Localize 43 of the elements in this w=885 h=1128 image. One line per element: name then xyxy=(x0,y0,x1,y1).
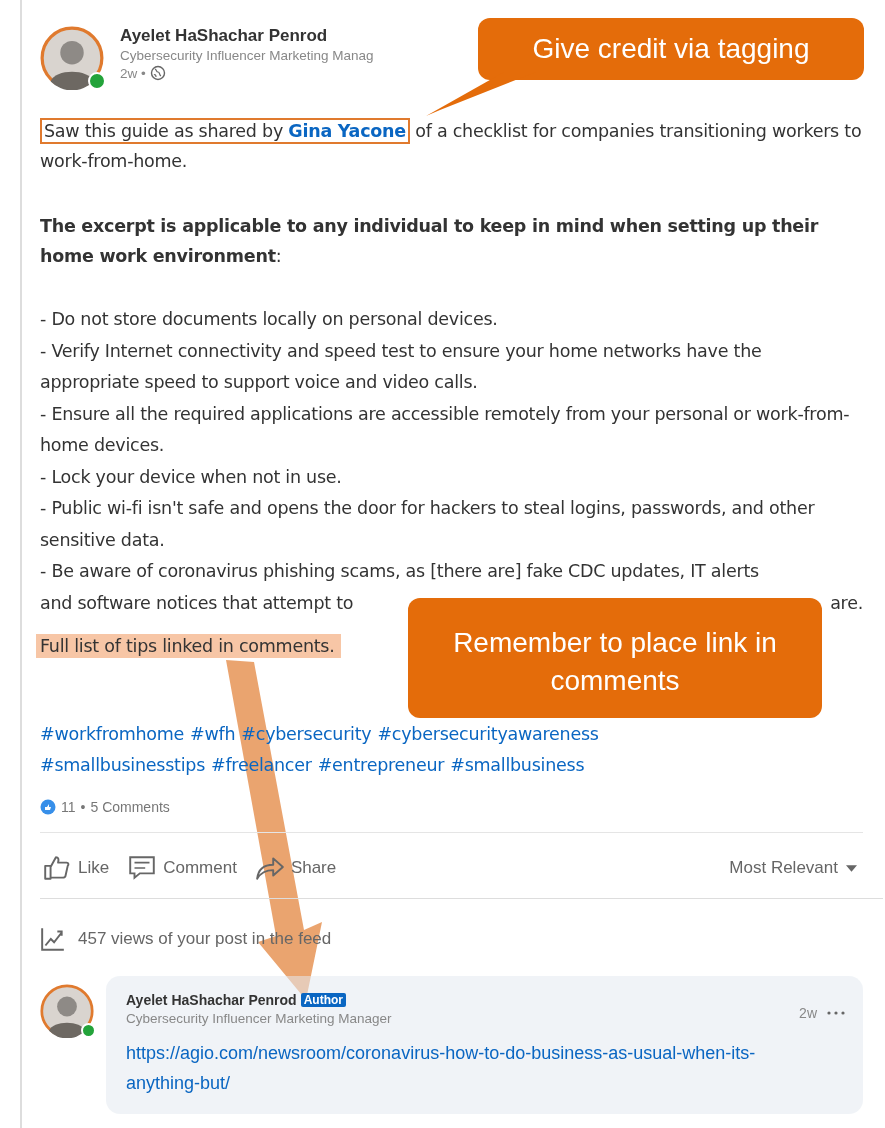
avatar-icon xyxy=(40,984,94,1038)
callout-box: Remember to place link in comments xyxy=(408,598,822,718)
hashtag-link[interactable]: #entrepreneur xyxy=(317,750,445,781)
hashtag-link[interactable]: #cybersecurityawareness xyxy=(377,719,599,750)
comment-button[interactable]: Comment xyxy=(125,849,239,887)
bullet-text: - Be aware of coronavirus phishing scams, as [there are] fake CDC updates, IT alerts xyxy=(40,560,760,583)
like-button[interactable]: Like xyxy=(40,849,112,887)
like-reaction-icon xyxy=(40,799,56,815)
sort-dropdown[interactable]: Most Relevant xyxy=(723,857,863,879)
caret-icon xyxy=(846,864,857,872)
tag-highlight-frame: Saw this guide as shared by Gina Yacone xyxy=(40,118,410,144)
more-options-icon xyxy=(827,1011,845,1015)
author-badge: Author xyxy=(300,993,346,1007)
share-button[interactable]: Share xyxy=(252,849,339,887)
bullet-text: - Public wi-fi isn't safe and opens the door for hackers to steal logins, passwords, and other sensitive data. xyxy=(40,497,816,552)
post-text: Saw this guide as shared by Gina Yacone of a checklist for companies transitioning workers to work-from-home. xyxy=(40,116,863,176)
highlighted-text: Full list of tips linked in comments. xyxy=(36,634,341,658)
author-name[interactable]: Ayelet HaShachar Penrod xyxy=(120,26,374,46)
bullet-text: are. xyxy=(830,591,863,615)
hashtag-link[interactable]: #workfromhome xyxy=(40,719,185,750)
comment-link[interactable]: https://agio.com/newsroom/coronavirus-how-to-do-business-as-usual-when-its-anything-but/ xyxy=(126,1038,786,1098)
globe-icon xyxy=(149,65,166,81)
bullet-text: - Verify Internet connectivity and speed test to ensure your home networks have the appropriate speed to support voice and video calls. xyxy=(40,339,763,394)
hashtag-link[interactable]: #wfh xyxy=(190,719,236,750)
post-text: The excerpt is applicable to any individual to keep in mind when setting up their home work environment: xyxy=(40,215,820,268)
reaction-count[interactable]: 11 xyxy=(61,799,76,815)
separator-dot: • xyxy=(80,799,86,815)
comment-time: 2w xyxy=(799,1005,817,1021)
trend-chart-icon xyxy=(40,926,66,952)
comment-count[interactable]: 5 Comments xyxy=(90,799,170,815)
commenter-name[interactable]: Ayelet HaShachar Penrod xyxy=(126,992,297,1008)
bullet-text: and software notices that attempt to xyxy=(40,591,354,615)
hashtag-link[interactable]: #smallbusiness xyxy=(450,750,585,781)
thumbs-up-icon xyxy=(42,853,72,883)
avatar-icon xyxy=(40,26,104,90)
bullet-text: - Do not store documents locally on personal devices. xyxy=(40,308,499,331)
hashtag-link[interactable]: #smallbusinesstips xyxy=(40,750,205,781)
post-time: 2w • xyxy=(120,65,146,81)
bullet-text: - Ensure all the required applications are accessible remotely from your personal or work-from-home devices. xyxy=(40,402,851,457)
author-headline: Cybersecurity Influencer Marketing Manag xyxy=(120,48,374,63)
bullet-text: - Lock your device when not in use. xyxy=(40,465,343,489)
mention-link[interactable]: Gina Yacone xyxy=(288,121,406,141)
commenter-headline: Cybersecurity Influencer Marketing Manager xyxy=(126,1011,392,1026)
